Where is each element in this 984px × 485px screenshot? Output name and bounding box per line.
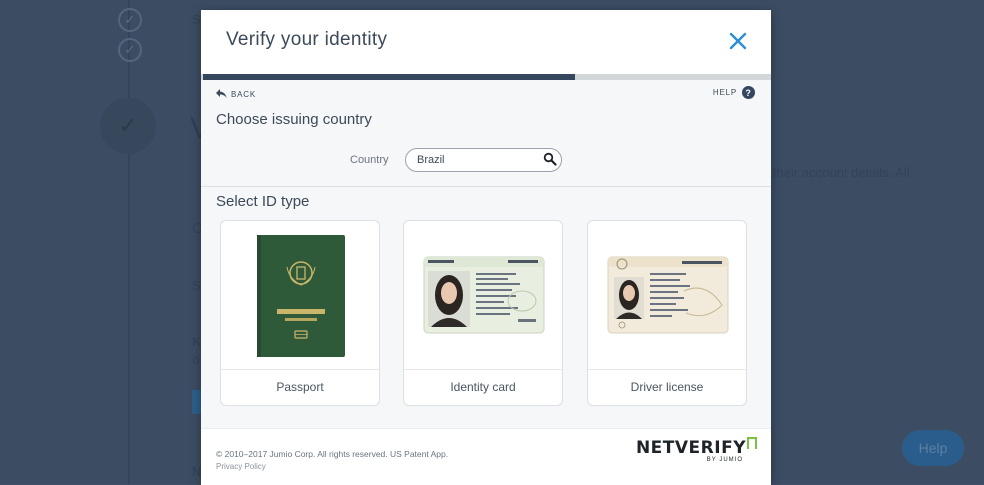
brand-mark-icon	[747, 437, 757, 449]
modal-body: BACK HELP ? Choose issuing country Count…	[201, 80, 771, 428]
copyright-text: © 2010–2017 Jumio Corp. All rights reser…	[216, 449, 449, 459]
section-divider	[201, 186, 771, 187]
passport-image	[257, 235, 345, 357]
step-check-icon: ✓	[118, 8, 142, 32]
country-label: Country	[350, 154, 389, 166]
bg-text-fragment: o	[192, 352, 200, 367]
country-section-title: Choose issuing country	[216, 111, 372, 128]
id-option-passport[interactable]: Passport	[220, 220, 380, 406]
bg-text-fragment: K	[192, 334, 202, 349]
progress-rail	[128, 0, 130, 484]
id-option-label: Passport	[276, 380, 324, 394]
id-option-identity-card[interactable]: Identity card	[403, 220, 563, 406]
netverify-logo: NETVERIFY BY JUMIO	[635, 437, 757, 463]
modal-footer: © 2010–2017 Jumio Corp. All rights reser…	[201, 428, 771, 485]
country-search-input[interactable]	[405, 148, 562, 172]
brand-main-text: NETVERIFY	[635, 438, 746, 458]
close-icon[interactable]	[727, 30, 749, 52]
bg-paragraph-fragment: their account details. All	[773, 165, 910, 180]
step-check-icon: ✓	[118, 38, 142, 62]
bg-text-fragment: N	[192, 464, 202, 479]
identity-card-image	[423, 256, 545, 334]
id-type-section-title: Select ID type	[216, 193, 310, 210]
back-button[interactable]: BACK	[216, 87, 256, 101]
id-option-driver-license[interactable]: Driver license	[587, 220, 747, 406]
close-x-icon	[729, 32, 747, 50]
question-mark-icon: ?	[742, 86, 755, 99]
bg-text-fragment: S	[192, 12, 201, 27]
id-option-label: Identity card	[450, 380, 516, 394]
driver-license-image	[607, 256, 729, 334]
bg-text-fragment: S	[192, 278, 201, 293]
help-button[interactable]: HELP ?	[713, 86, 755, 99]
verify-identity-modal: Verify your identity BACK HELP ? Choose …	[201, 10, 771, 485]
id-option-label: Driver license	[630, 380, 704, 394]
help-label: HELP	[712, 88, 737, 97]
modal-header: Verify your identity	[201, 10, 771, 74]
search-icon[interactable]	[543, 152, 557, 166]
back-label: BACK	[231, 89, 256, 99]
help-chat-button[interactable]: Help	[902, 430, 964, 466]
back-arrow-icon	[216, 87, 227, 101]
privacy-policy-link[interactable]: Privacy Policy	[216, 462, 266, 471]
modal-title: Verify your identity	[226, 29, 388, 50]
current-step-check-icon: ✓	[100, 98, 156, 154]
brand-name: NETVERIFY	[635, 437, 757, 458]
